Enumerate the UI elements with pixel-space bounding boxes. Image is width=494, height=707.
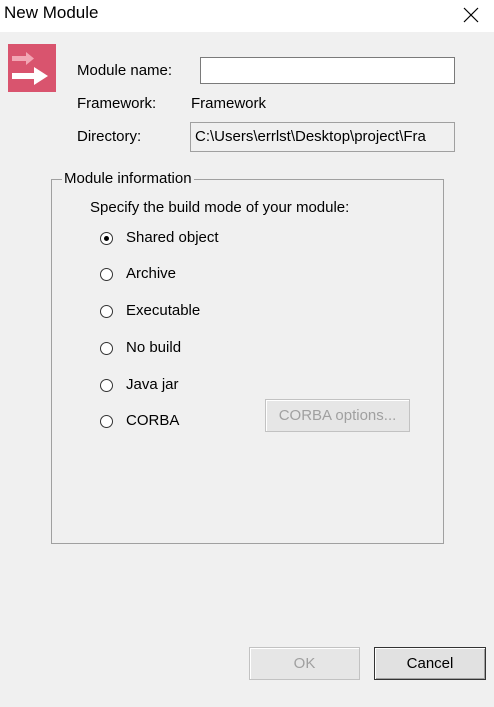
- module-name-input[interactable]: [200, 57, 455, 84]
- directory-field[interactable]: C:\Users\errlst\Desktop\project\Fra: [190, 122, 455, 152]
- framework-value: Framework: [191, 95, 267, 112]
- module-information-title: Module information: [62, 170, 194, 188]
- radio-corba[interactable]: CORBA: [100, 410, 179, 432]
- radio-archive[interactable]: Archive: [100, 263, 176, 285]
- new-module-dialog: New Module Module name: Framework: Frame…: [0, 0, 494, 707]
- radio-label: Shared object: [126, 229, 219, 246]
- close-icon: [463, 7, 479, 23]
- directory-label: Directory:: [77, 128, 142, 145]
- radio-executable[interactable]: Executable: [100, 300, 200, 322]
- cancel-button[interactable]: Cancel: [374, 647, 486, 680]
- radio-button[interactable]: [100, 378, 113, 392]
- radio-button[interactable]: [100, 414, 113, 428]
- radio-button[interactable]: [100, 304, 113, 318]
- radio-label: CORBA: [126, 412, 180, 429]
- radio-label: Archive: [126, 265, 177, 282]
- radio-no-build[interactable]: No build: [100, 337, 181, 359]
- radio-shared-object[interactable]: Shared object: [100, 227, 219, 249]
- ok-button[interactable]: OK: [249, 647, 360, 680]
- radio-java-jar[interactable]: Java jar: [100, 374, 179, 396]
- module-name-label: Module name:: [77, 62, 173, 79]
- window-title: New Module: [4, 3, 99, 22]
- radio-button[interactable]: [100, 231, 113, 245]
- radio-label: Executable: [126, 302, 201, 319]
- framework-label: Framework:: [77, 95, 157, 112]
- corba-options-button[interactable]: CORBA options...: [265, 399, 410, 432]
- close-button[interactable]: [448, 0, 494, 30]
- radio-button[interactable]: [100, 267, 113, 281]
- radio-label: Java jar: [126, 376, 179, 393]
- arrow-right-icon: [8, 44, 56, 92]
- title-bar: New Module: [0, 0, 494, 32]
- build-mode-prompt: Specify the build mode of your module:: [90, 199, 350, 216]
- radio-label: No build: [126, 339, 182, 356]
- radio-button[interactable]: [100, 341, 113, 355]
